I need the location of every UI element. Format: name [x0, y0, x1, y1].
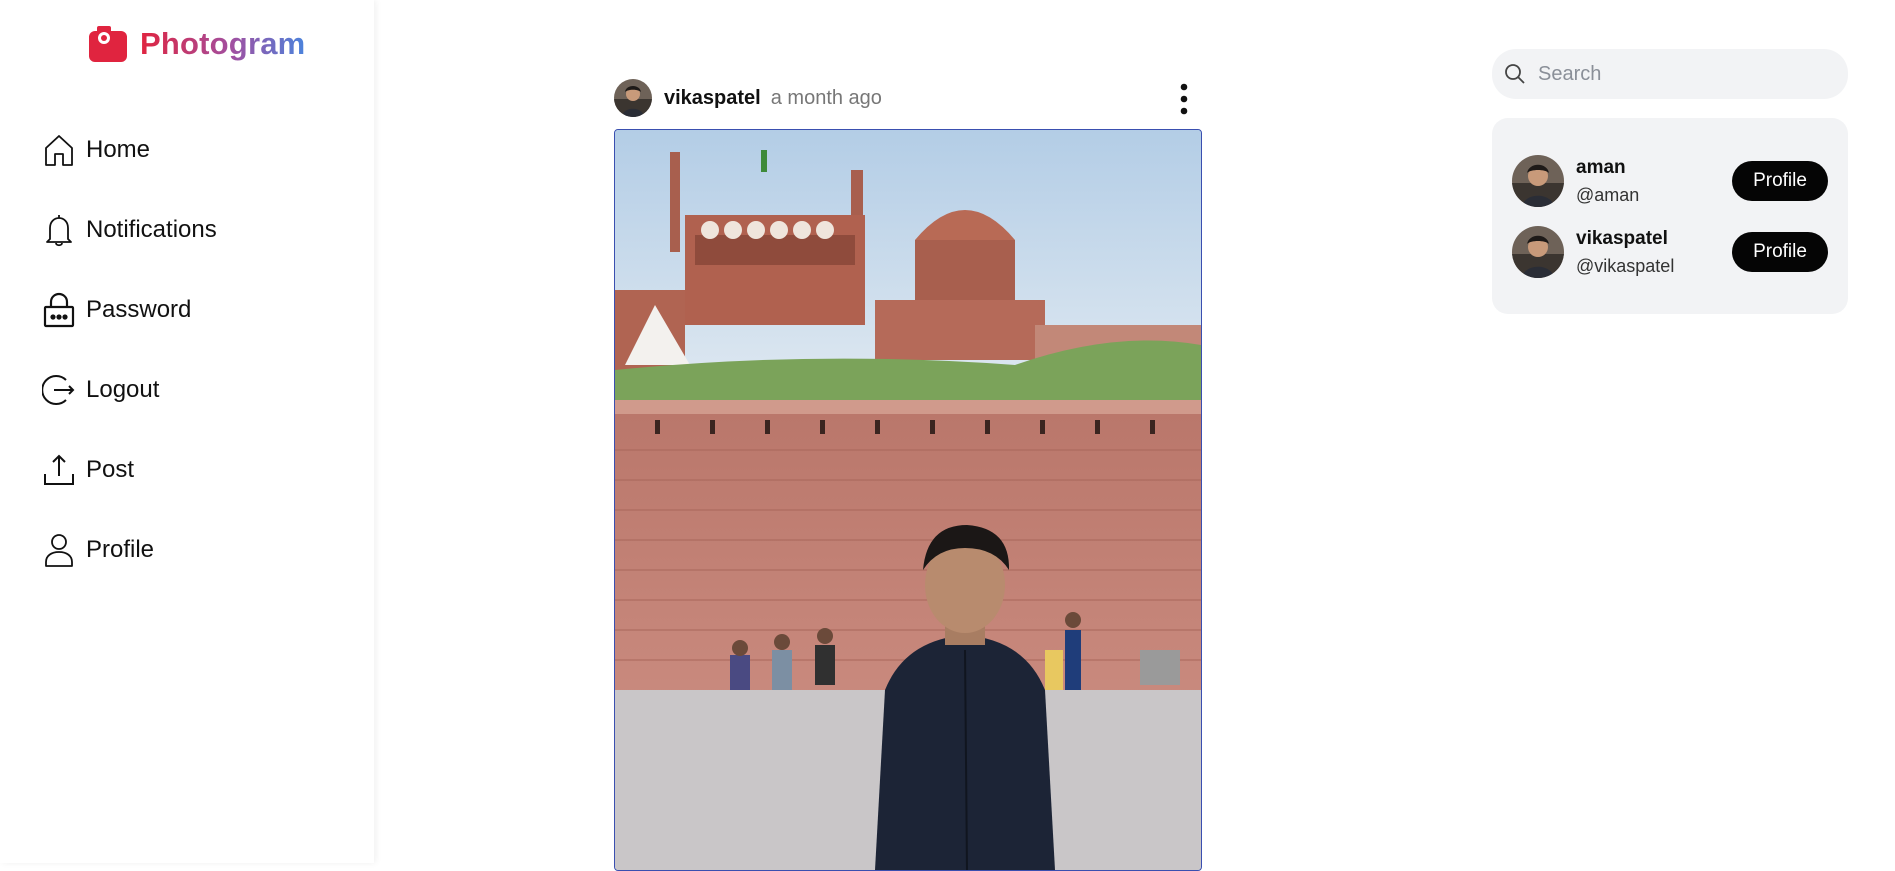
- user-icon: [45, 534, 73, 567]
- sidebar-item-label: Profile: [86, 536, 155, 563]
- sidebar-item-profile[interactable]: Profile: [42, 528, 217, 572]
- brand-name: Photogram: [140, 26, 306, 61]
- view-profile-button[interactable]: Profile: [1732, 232, 1828, 272]
- camera-icon: [89, 26, 127, 62]
- avatar[interactable]: [1512, 226, 1564, 278]
- sidebar-item-post[interactable]: Post: [42, 448, 217, 492]
- sidebar-item-label: Password: [86, 296, 192, 323]
- suggested-user: vikaspatel @vikaspatel Profile: [1512, 224, 1828, 280]
- more-vertical-icon[interactable]: [1176, 82, 1192, 116]
- post-timestamp: a month ago: [770, 86, 882, 109]
- post-image[interactable]: [614, 129, 1202, 871]
- brand-logo[interactable]: Photogram: [88, 24, 305, 64]
- upload-icon: [44, 454, 74, 485]
- search-icon: [1505, 64, 1525, 84]
- sidebar-item-notifications[interactable]: Notifications: [42, 208, 217, 252]
- sidebar-item-label: Post: [86, 456, 135, 483]
- suggested-users-panel: aman @aman Profile vikaspatel @vikaspate…: [1492, 118, 1848, 314]
- search-input[interactable]: [1536, 61, 1830, 87]
- avatar[interactable]: [614, 79, 652, 117]
- view-profile-button[interactable]: Profile: [1732, 161, 1828, 201]
- sidebar-item-label: Notifications: [86, 216, 217, 243]
- logout-icon: [42, 375, 75, 405]
- suggested-user-name: aman: [1576, 157, 1626, 178]
- suggested-user-name: vikaspatel: [1576, 228, 1668, 249]
- sidebar-item-label: Home: [86, 136, 151, 163]
- post-username[interactable]: vikaspatel: [664, 87, 761, 110]
- home-icon: [45, 135, 73, 166]
- bell-icon: [46, 215, 72, 247]
- post-photo: [615, 130, 1201, 870]
- sidebar-item-home[interactable]: Home: [42, 128, 217, 172]
- avatar-image: [1512, 226, 1564, 278]
- sidebar: Photogram Home Notifications Password Lo…: [0, 0, 374, 863]
- lock-icon: [43, 292, 75, 328]
- post-header: vikaspatel a month ago: [614, 78, 1202, 118]
- suggested-user-handle: @vikaspatel: [1576, 256, 1675, 276]
- avatar-image: [614, 79, 652, 117]
- sidebar-nav: Home Notifications Password Logout Post …: [42, 128, 217, 608]
- suggested-user-handle: @aman: [1576, 185, 1640, 205]
- avatar-image: [1512, 155, 1564, 207]
- sidebar-item-logout[interactable]: Logout: [42, 368, 217, 412]
- suggested-user: aman @aman Profile: [1512, 153, 1828, 209]
- search-bar: [1492, 49, 1848, 99]
- feed-post: vikaspatel a month ago: [614, 78, 1202, 871]
- sidebar-item-password[interactable]: Password: [42, 288, 217, 332]
- sidebar-item-label: Logout: [86, 376, 160, 403]
- avatar[interactable]: [1512, 155, 1564, 207]
